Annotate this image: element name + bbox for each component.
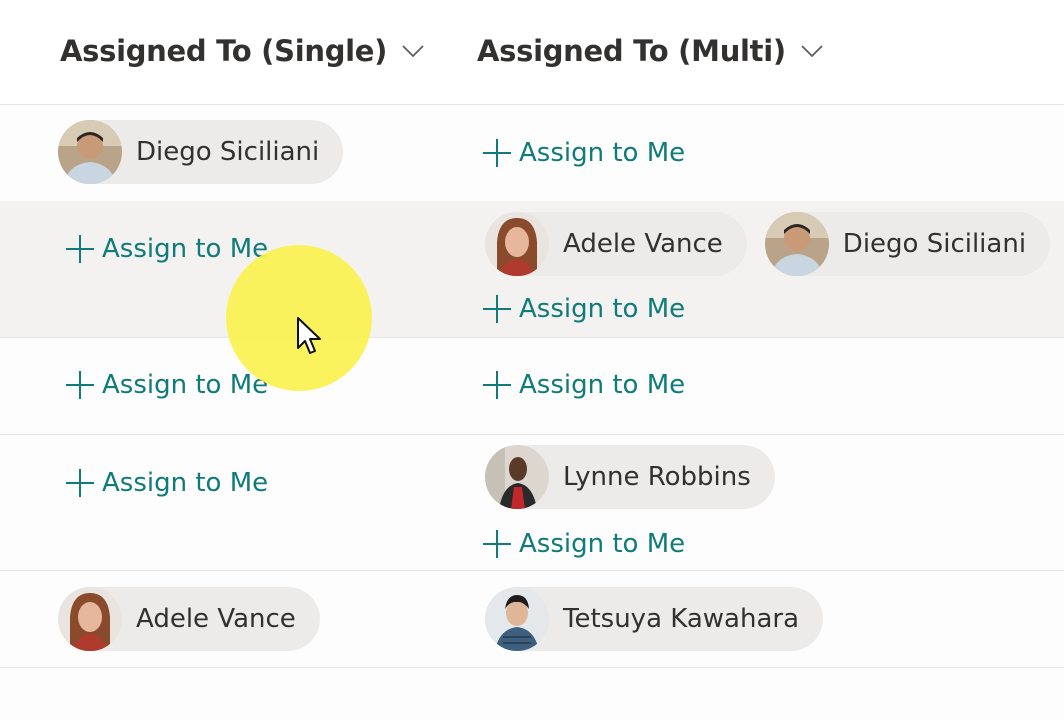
avatar: [764, 212, 829, 276]
person-name: Adele Vance: [563, 229, 723, 259]
person-pill-tetsuya[interactable]: Tetsuya Kawahara: [485, 587, 824, 651]
table-row[interactable]: Diego Siciliani Assign to Me: [0, 105, 1064, 202]
assign-to-me-button[interactable]: Assign to Me: [66, 370, 268, 400]
assign-label: Assign to Me: [519, 529, 686, 559]
avatar: [58, 120, 122, 184]
table-row[interactable]: Assign to Me Adele Vance Diego Siciliani…: [0, 201, 1064, 338]
person-pill-adele[interactable]: Adele Vance: [485, 212, 747, 276]
list-header: Assigned To (Single) Assigned To (Multi): [0, 0, 1064, 105]
assign-to-me-button[interactable]: Assign to Me: [483, 370, 685, 400]
avatar: [58, 587, 122, 651]
person-name: Lynne Robbins: [563, 462, 751, 492]
column-header-label: Assigned To (Single): [60, 34, 388, 68]
assign-to-me-button[interactable]: Assign to Me: [483, 294, 685, 324]
table-row[interactable]: Adele Vance Tetsuya Kawahara: [0, 570, 1064, 668]
plus-icon: [483, 139, 511, 167]
pointer-cursor-icon: [297, 317, 321, 354]
avatar: [485, 445, 549, 509]
assign-label: Assign to Me: [519, 294, 686, 324]
column-header-assigned-single[interactable]: Assigned To (Single): [60, 34, 425, 68]
person-pill-adele[interactable]: Adele Vance: [58, 587, 320, 651]
assign-to-me-button[interactable]: Assign to Me: [483, 138, 685, 168]
chevron-down-icon[interactable]: [800, 39, 824, 63]
assign-to-me-button[interactable]: Assign to Me: [66, 468, 268, 498]
assign-label: Assign to Me: [102, 468, 269, 498]
plus-icon: [66, 235, 94, 263]
assign-label: Assign to Me: [102, 234, 269, 264]
person-name: Tetsuya Kawahara: [563, 604, 800, 634]
table-row[interactable]: Assign to Me Assign to Me: [0, 337, 1064, 435]
person-pill-diego[interactable]: Diego Siciliani: [58, 120, 344, 184]
assign-label: Assign to Me: [102, 370, 269, 400]
plus-icon: [66, 371, 94, 399]
person-name: Diego Siciliani: [136, 137, 320, 167]
assign-label: Assign to Me: [519, 370, 686, 400]
plus-icon: [483, 371, 511, 399]
plus-icon: [483, 530, 511, 558]
plus-icon: [483, 295, 511, 323]
assign-label: Assign to Me: [519, 138, 686, 168]
column-header-assigned-multi[interactable]: Assigned To (Multi): [477, 34, 824, 68]
assign-to-me-button[interactable]: Assign to Me: [483, 529, 685, 559]
plus-icon: [66, 469, 94, 497]
table-row[interactable]: Assign to Me Lynne Robbins Assign to Me: [0, 434, 1064, 571]
chevron-down-icon[interactable]: [401, 39, 425, 63]
person-name: Adele Vance: [136, 604, 296, 634]
person-pill-lynne[interactable]: Lynne Robbins: [485, 445, 775, 509]
person-pill-diego[interactable]: Diego Siciliani: [764, 212, 1051, 276]
column-header-label: Assigned To (Multi): [477, 34, 786, 68]
avatar: [485, 587, 549, 651]
person-name: Diego Siciliani: [842, 229, 1027, 259]
assign-to-me-button[interactable]: Assign to Me: [66, 234, 268, 264]
avatar: [485, 212, 549, 276]
